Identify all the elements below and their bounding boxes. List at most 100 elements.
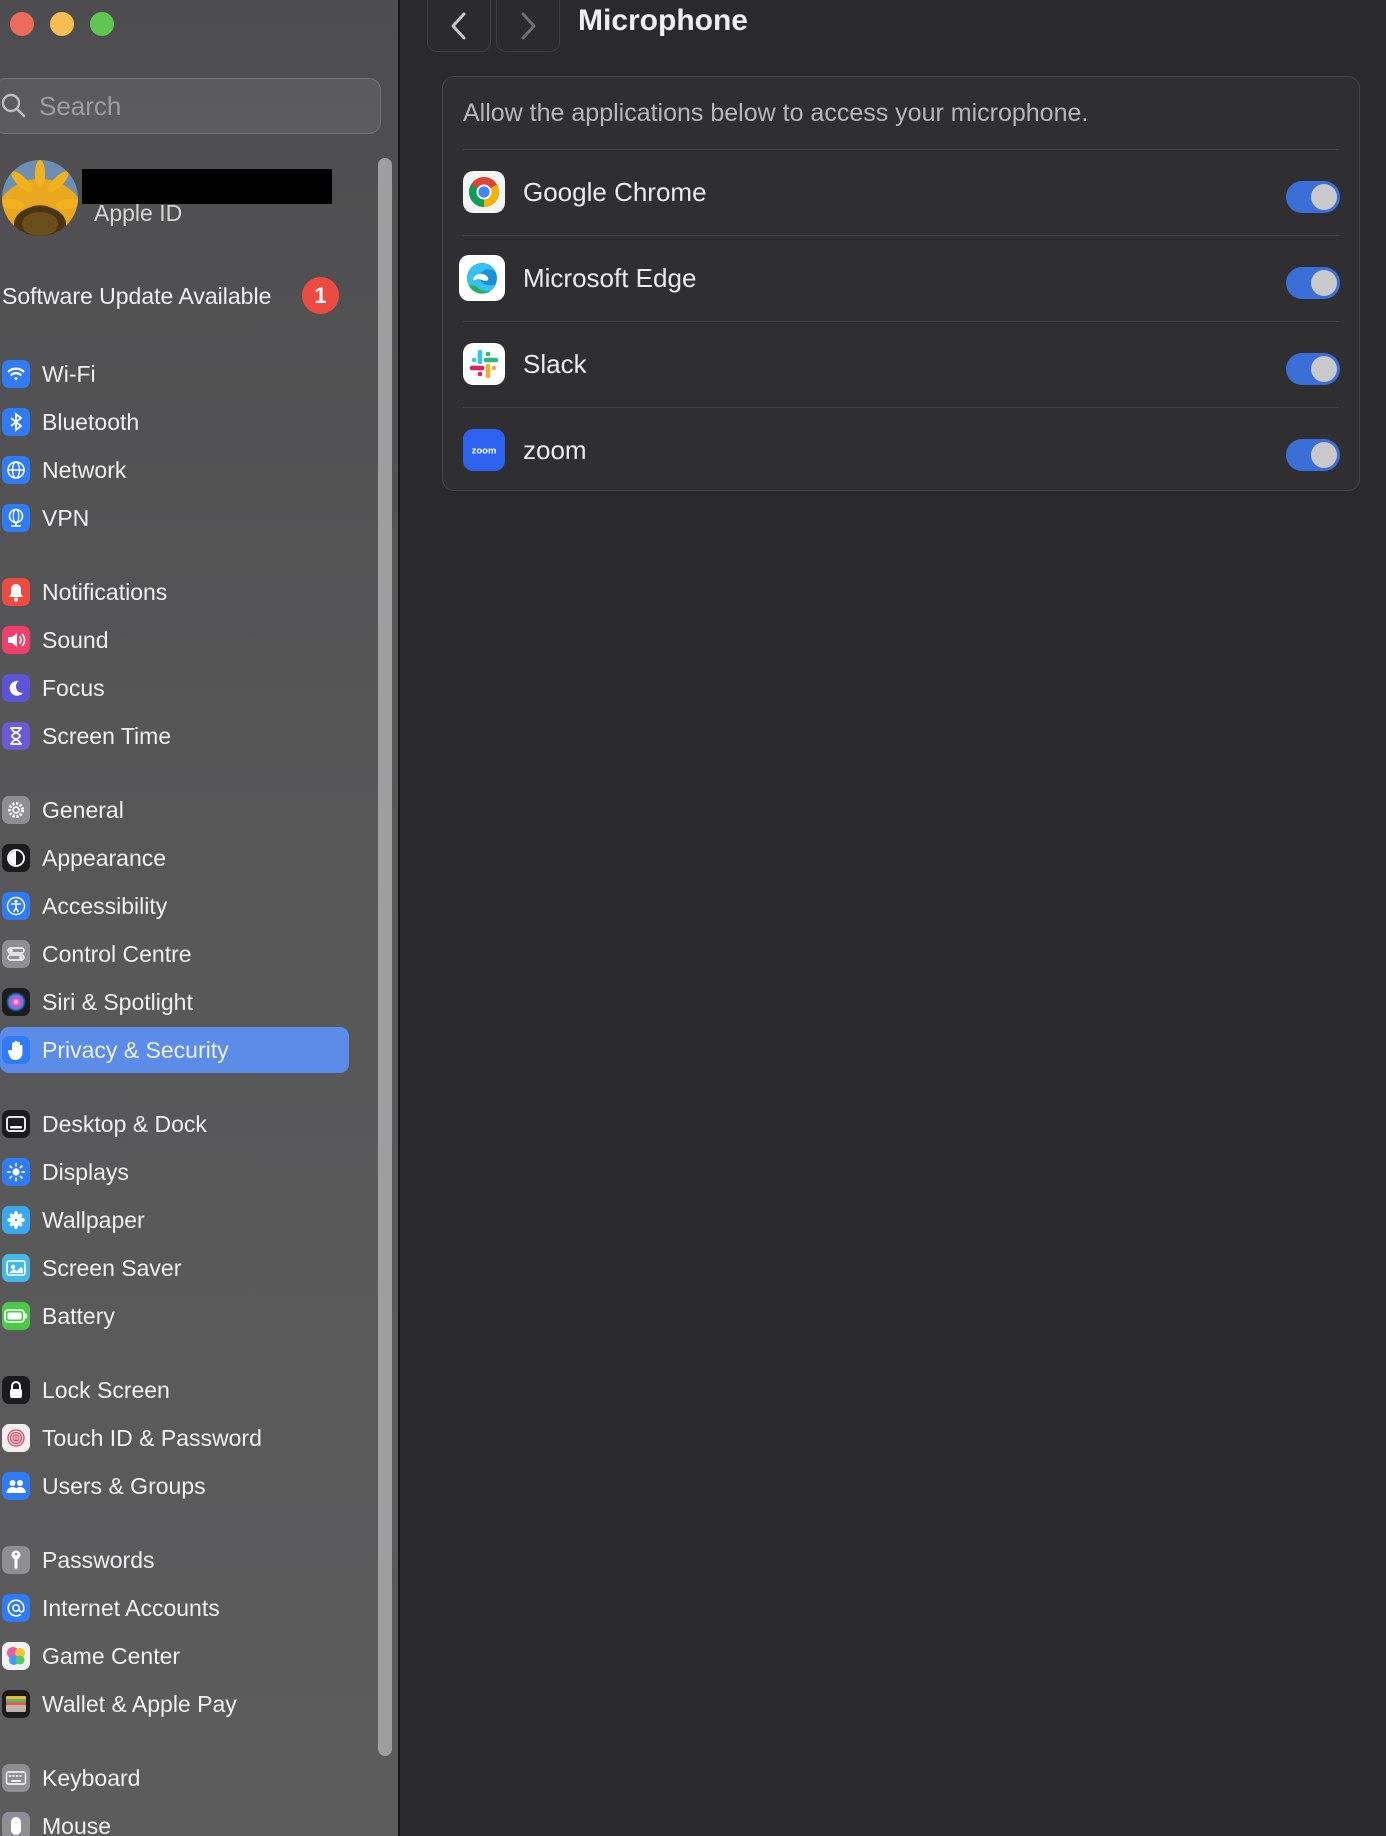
maximize-window-button[interactable] — [90, 12, 114, 36]
software-update-row[interactable]: Software Update Available 1 — [2, 276, 372, 316]
app-row-zoom: zoom zoom — [443, 407, 1359, 493]
chevron-right-icon — [521, 12, 536, 39]
wifi-icon — [2, 360, 30, 388]
sidebar-item-passwords[interactable]: Passwords — [0, 1537, 350, 1583]
sidebar-item-wallpaper[interactable]: Wallpaper — [0, 1197, 350, 1243]
sidebar-item-sound[interactable]: Sound — [0, 617, 350, 663]
update-count-badge: 1 — [302, 277, 339, 314]
search-field[interactable] — [0, 78, 381, 134]
vpn-globe-icon — [2, 504, 30, 532]
sidebar-item-touch-id-and-password[interactable]: Touch ID & Password — [0, 1415, 350, 1461]
sidebar-item-label: Privacy & Security — [42, 1036, 229, 1063]
sidebar-item-battery[interactable]: Battery — [0, 1293, 350, 1339]
mouse-icon — [2, 1812, 30, 1836]
sidebar-item-label: Network — [42, 456, 127, 483]
app-row-google-chrome: Google Chrome — [443, 149, 1359, 235]
sidebar-item-focus[interactable]: Focus — [0, 665, 350, 711]
app-row-slack: Slack — [443, 321, 1359, 407]
bell-icon — [2, 578, 30, 606]
slack-icon — [463, 343, 505, 385]
sidebar-item-label: Game Center — [42, 1642, 181, 1669]
search-input[interactable] — [39, 90, 339, 122]
hand-icon — [2, 1036, 30, 1064]
sidebar-item-appearance[interactable]: Appearance — [0, 835, 350, 881]
sidebar-item-wi-fi[interactable]: Wi-Fi — [0, 351, 350, 397]
sidebar-item-screen-saver[interactable]: Screen Saver — [0, 1245, 350, 1291]
sidebar-item-label: Battery — [42, 1302, 115, 1329]
sidebar-item-siri-and-spotlight[interactable]: Siri & Spotlight — [0, 979, 350, 1025]
sidebar-item-mouse[interactable]: Mouse — [0, 1803, 350, 1836]
sidebar-item-bluetooth[interactable]: Bluetooth — [0, 399, 350, 445]
edge-icon — [458, 254, 506, 302]
app-row-microsoft-edge: Microsoft Edge — [443, 235, 1359, 321]
fingerprint-icon — [2, 1424, 30, 1452]
microphone-access-toggle[interactable] — [1286, 353, 1340, 385]
software-update-label: Software Update Available — [2, 282, 272, 309]
moon-icon — [2, 674, 30, 702]
battery-icon — [2, 1302, 30, 1330]
sidebar-item-vpn[interactable]: VPN — [0, 495, 350, 541]
sidebar-item-keyboard[interactable]: Keyboard — [0, 1755, 350, 1801]
sidebar-item-label: Wallet & Apple Pay — [42, 1690, 237, 1717]
forward-button[interactable] — [496, 0, 560, 52]
bluetooth-icon — [2, 408, 30, 436]
back-button[interactable] — [427, 0, 491, 52]
avatar — [2, 160, 78, 236]
sidebar-item-label: Mouse — [42, 1812, 112, 1836]
sidebar-item-accessibility[interactable]: Accessibility — [0, 883, 350, 929]
search-icon — [1, 93, 26, 118]
sidebar-item-label: Keyboard — [42, 1764, 141, 1791]
sidebar-item-lock-screen[interactable]: Lock Screen — [0, 1367, 350, 1413]
sidebar-item-control-centre[interactable]: Control Centre — [0, 931, 350, 977]
microphone-access-toggle[interactable] — [1286, 439, 1340, 471]
sidebar-item-general[interactable]: General — [0, 787, 350, 833]
sidebar-item-label: Appearance — [42, 844, 167, 871]
apple-id-profile[interactable]: Apple ID — [2, 160, 372, 238]
minimize-window-button[interactable] — [50, 12, 74, 36]
sidebar-item-network[interactable]: Network — [0, 447, 350, 493]
users-icon — [2, 1472, 30, 1500]
keyboard-icon — [2, 1764, 30, 1792]
sidebar-item-screen-time[interactable]: Screen Time — [0, 713, 350, 759]
toggle-knob — [1311, 356, 1337, 382]
sidebar-item-label: Control Centre — [42, 940, 192, 967]
sidebar-item-wallet-and-apple-pay[interactable]: Wallet & Apple Pay — [0, 1681, 350, 1727]
chevron-left-icon — [451, 12, 466, 39]
toggle-knob — [1311, 270, 1337, 296]
sidebar-item-label: Bluetooth — [42, 408, 140, 435]
game-center-icon — [2, 1642, 30, 1670]
siri-icon — [2, 988, 30, 1016]
gear-icon — [2, 796, 30, 824]
sidebar-scrollbar[interactable] — [378, 158, 392, 1756]
sidebar-item-game-center[interactable]: Game Center — [0, 1633, 350, 1679]
app-name: zoom — [523, 435, 587, 465]
sidebar: Apple ID Software Update Available 1 Wi-… — [0, 0, 400, 1836]
sidebar-item-label: Focus — [42, 674, 105, 701]
sidebar-item-label: Desktop & Dock — [42, 1110, 207, 1137]
sidebar-item-users-and-groups[interactable]: Users & Groups — [0, 1463, 350, 1509]
sidebar-item-internet-accounts[interactable]: Internet Accounts — [0, 1585, 350, 1631]
sidebar-item-privacy-and-security[interactable]: Privacy & Security — [0, 1027, 349, 1073]
lock-icon — [2, 1376, 30, 1404]
sidebar-item-desktop-and-dock[interactable]: Desktop & Dock — [0, 1101, 350, 1147]
redacted-account-name — [82, 169, 332, 204]
globe-icon — [2, 456, 30, 484]
app-name: Microsoft Edge — [523, 263, 697, 293]
panel-description: Allow the applications below to access y… — [463, 99, 1089, 127]
at-icon — [2, 1594, 30, 1622]
sidebar-item-notifications[interactable]: Notifications — [0, 569, 350, 615]
sidebar-item-label: Accessibility — [42, 892, 168, 919]
wallet-icon — [2, 1690, 30, 1718]
close-window-button[interactable] — [10, 12, 34, 36]
screen-saver-icon — [2, 1254, 30, 1282]
apple-id-label: Apple ID — [94, 200, 183, 226]
sidebar-item-label: General — [42, 796, 124, 823]
microphone-access-toggle[interactable] — [1286, 267, 1340, 299]
sidebar-item-displays[interactable]: Displays — [0, 1149, 350, 1195]
control-centre-icon — [2, 940, 30, 968]
app-name: Google Chrome — [523, 177, 707, 207]
page-title: Microphone — [578, 4, 748, 37]
zoom-icon: zoom — [463, 429, 505, 471]
sidebar-item-label: Displays — [42, 1158, 129, 1185]
microphone-access-toggle[interactable] — [1286, 181, 1340, 213]
